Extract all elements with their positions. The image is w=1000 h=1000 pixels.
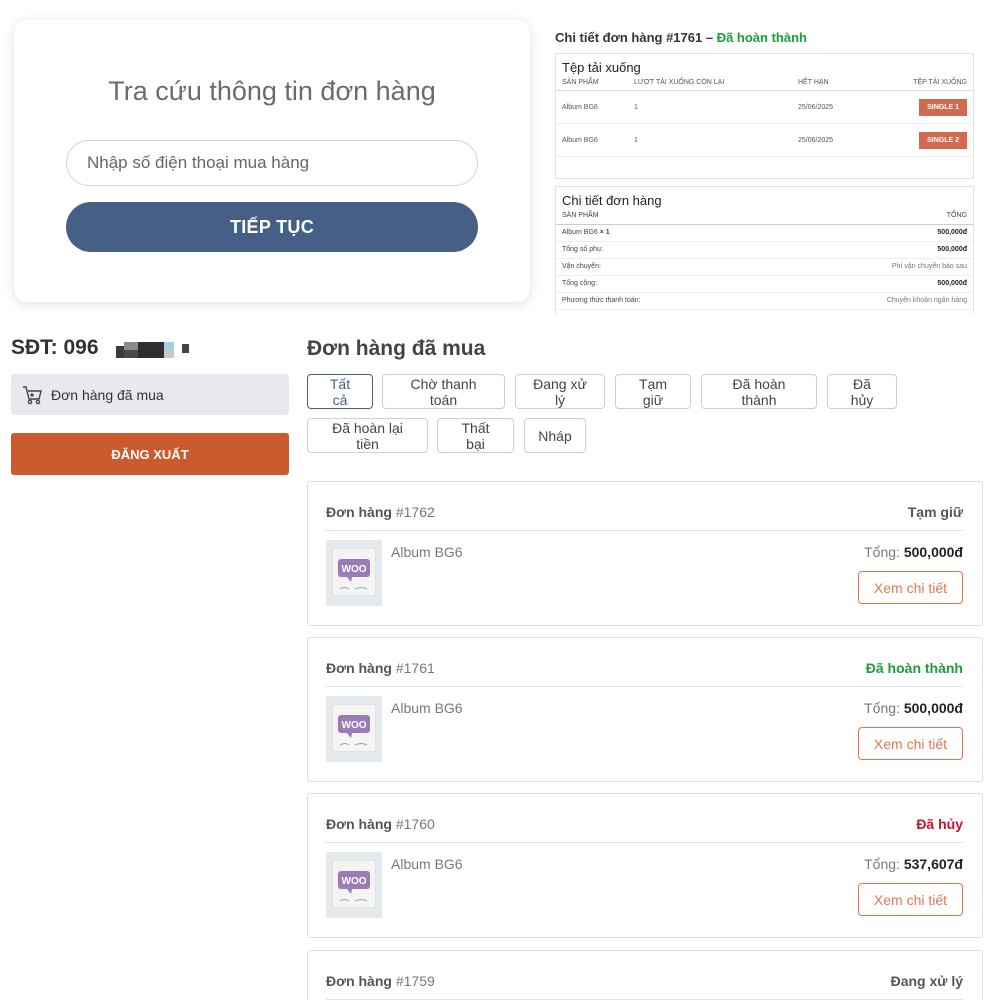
order-number: Đơn hàng #1759 <box>326 973 435 989</box>
sidebar-item-label: Đơn hàng đã mua <box>51 386 164 403</box>
continue-button[interactable]: TIẾP TỤC <box>66 202 478 252</box>
downloads-box: Tệp tải xuống SẢN PHẨM LƯỢT TẢI XUỐNG CÒ… <box>555 53 974 179</box>
summary-value: 500,000đ <box>937 280 967 287</box>
order-card: Đơn hàng #1761 Đã hoàn thành WOO Album B… <box>307 637 983 782</box>
order-status: Đang xử lý <box>890 973 963 989</box>
divider <box>326 686 963 687</box>
summary-value: Chuyển khoản ngân hàng <box>886 297 967 304</box>
download-single-1-button[interactable]: SINGLE 1 <box>919 98 967 116</box>
product-thumbnail: WOO <box>326 852 382 918</box>
filter-on-hold[interactable]: Tạm giữ <box>615 374 691 409</box>
summary-col-product: SẢN PHẨM <box>562 212 599 219</box>
filter-processing[interactable]: Đang xử lý <box>515 374 605 409</box>
sidebar-item-purchased-orders[interactable]: Đơn hàng đã mua <box>11 374 289 415</box>
order-status: Đã hoàn thành <box>865 660 963 676</box>
table-row: Album BG6 1 25/06/2025 SINGLE 2 <box>556 123 973 157</box>
summary-item-value: 500,000đ <box>937 229 967 236</box>
logout-button[interactable]: ĐĂNG XUẤT <box>11 433 289 475</box>
downloads-col-file: TỆP TẢI XUỐNG <box>867 75 973 91</box>
divider <box>326 530 963 531</box>
order-detail-status: Đã hoàn thành <box>716 30 807 45</box>
summary-label: Tổng cộng: <box>562 280 598 287</box>
order-status: Đã hủy <box>916 816 963 832</box>
filter-refunded[interactable]: Đã hoàn lại tiền <box>307 418 428 453</box>
orders-title: Đơn hàng đã mua <box>307 337 486 360</box>
download-remaining: 1 <box>628 123 792 157</box>
view-details-button[interactable]: Xem chi tiết <box>858 883 963 916</box>
summary-col-total: TỔNG <box>946 212 967 219</box>
filter-pending-payment[interactable]: Chờ thanh toán <box>382 374 505 409</box>
order-total: Tổng: 537,607đ <box>864 856 963 872</box>
order-summary-box: Chi tiết đơn hàng SẢN PHẨM TỔNG Album BG… <box>555 186 974 314</box>
product-name: Album BG6 <box>391 544 463 560</box>
downloads-col-product: SẢN PHẨM <box>556 75 628 91</box>
order-lookup-card: Tra cứu thông tin đơn hàng TIẾP TỤC <box>14 20 530 302</box>
downloads-title: Tệp tải xuống <box>562 60 641 75</box>
filter-cancelled[interactable]: Đã hủy <box>827 374 897 409</box>
download-expires: 25/06/2025 <box>792 123 868 157</box>
download-remaining: 1 <box>628 90 792 124</box>
filter-all[interactable]: Tất cả <box>307 374 373 409</box>
summary-value: Phí vận chuyển báo sau <box>891 263 967 270</box>
view-details-button[interactable]: Xem chi tiết <box>858 727 963 760</box>
order-total: Tổng: 500,000đ <box>864 544 963 560</box>
summary-shipping-row: Vận chuyển: Phí vận chuyển báo sau <box>556 259 973 276</box>
order-number: Đơn hàng #1762 <box>326 504 435 520</box>
summary-label: Vận chuyển: <box>562 263 601 270</box>
downloads-table: SẢN PHẨM LƯỢT TẢI XUỐNG CÒN LẠI HẾT HẠN … <box>556 75 973 157</box>
product-name: Album BG6 <box>391 856 463 872</box>
download-product: Album BG6 <box>556 123 628 157</box>
order-card: Đơn hàng #1759 Đang xử lý <box>307 950 983 1000</box>
view-details-button[interactable]: Xem chi tiết <box>858 571 963 604</box>
order-number: Đơn hàng #1761 <box>326 660 435 676</box>
svg-text:WOO: WOO <box>342 720 367 731</box>
summary-item-qty: × 1 <box>599 229 610 236</box>
summary-value: 500,000đ <box>937 246 967 253</box>
lookup-title: Tra cứu thông tin đơn hàng <box>108 76 436 106</box>
summary-subtotal-row: Tổng số phụ: 500,000đ <box>556 242 973 259</box>
order-detail-heading-prefix: Chi tiết đơn hàng #1761 – <box>555 30 714 45</box>
svg-text:WOO: WOO <box>342 564 367 575</box>
order-detail-panel: Chi tiết đơn hàng #1761 – Đã hoàn thành … <box>555 30 975 314</box>
woo-logo-icon: WOO <box>338 559 370 590</box>
summary-header-row: SẢN PHẨM TỔNG <box>556 208 973 225</box>
order-detail-heading: Chi tiết đơn hàng #1761 – Đã hoàn thành <box>555 30 975 45</box>
summary-label: Tổng số phụ: <box>562 246 603 253</box>
woo-logo-icon: WOO <box>338 715 370 746</box>
order-card: Đơn hàng #1762 Tạm giữ WOO Album BG6 Tổn… <box>307 481 983 626</box>
summary-payment-row: Phương thức thanh toán: Chuyển khoản ngâ… <box>556 293 973 310</box>
downloads-col-remaining: LƯỢT TẢI XUỐNG CÒN LẠI <box>628 75 792 91</box>
svg-text:WOO: WOO <box>342 876 367 887</box>
product-thumbnail: WOO <box>326 540 382 606</box>
filter-completed[interactable]: Đã hoàn thành <box>701 374 817 409</box>
product-name: Album BG6 <box>391 700 463 716</box>
product-thumbnail: WOO <box>326 696 382 762</box>
filter-failed[interactable]: Thất bại <box>437 418 514 453</box>
download-product: Album BG6 <box>556 90 628 124</box>
order-number: Đơn hàng #1760 <box>326 816 435 832</box>
divider <box>326 842 963 843</box>
phone-number-label: SĐT: 096 <box>11 336 99 359</box>
summary-total-row: Tổng cộng: 500,000đ <box>556 276 973 293</box>
woo-logo-icon: WOO <box>338 871 370 902</box>
cart-icon <box>23 385 42 404</box>
summary-item-row: Album BG6 × 1 500,000đ <box>556 225 973 242</box>
summary-item-name: Album BG6 <box>562 229 598 236</box>
downloads-col-expires: HẾT HẠN <box>792 75 868 91</box>
download-single-2-button[interactable]: SINGLE 2 <box>919 131 967 149</box>
phone-number-input[interactable] <box>66 140 478 186</box>
order-status: Tạm giữ <box>907 504 963 520</box>
order-total: Tổng: 500,000đ <box>864 700 963 716</box>
summary-label: Phương thức thanh toán: <box>562 297 641 304</box>
download-expires: 25/06/2025 <box>792 90 868 124</box>
filter-draft[interactable]: Nháp <box>524 418 586 453</box>
table-row: Album BG6 1 25/06/2025 SINGLE 1 <box>556 90 973 124</box>
order-summary-title: Chi tiết đơn hàng <box>562 193 662 208</box>
order-card: Đơn hàng #1760 Đã hủy WOO Album BG6 Tổng… <box>307 793 983 938</box>
